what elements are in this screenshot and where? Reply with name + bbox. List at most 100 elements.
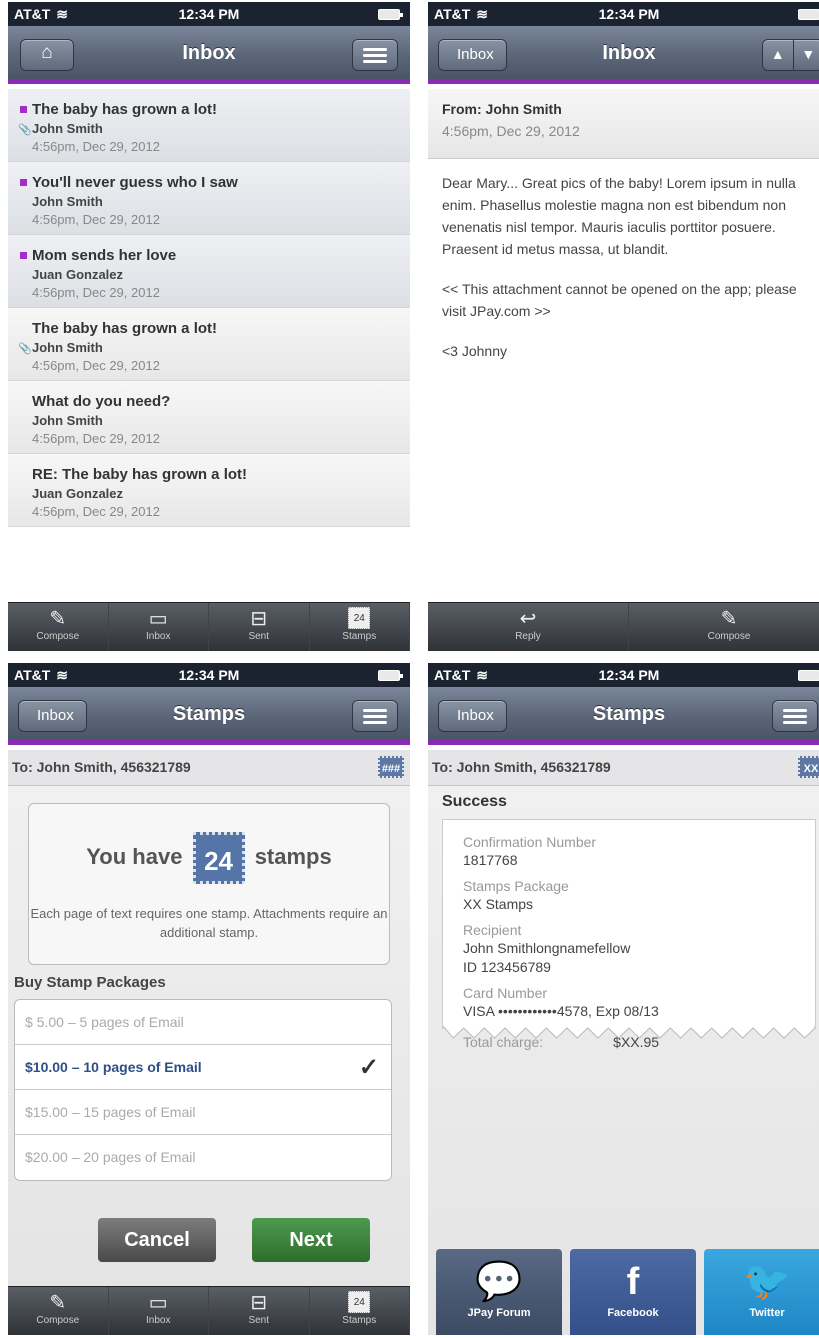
reply-button[interactable]: ↩ Reply <box>428 603 629 651</box>
package-list: $ 5.00 – 5 pages of Email $10.00 – 10 pa… <box>14 999 392 1181</box>
message-subject: What do you need? <box>32 393 171 410</box>
next-message-button[interactable]: ▼ <box>794 40 819 70</box>
list-item[interactable]: 📎 The baby has grown a lot! John Smith 4… <box>8 308 410 381</box>
prev-next-control: ▲ ▼ <box>762 39 819 71</box>
message-date: 4:56pm, Dec 29, 2012 <box>32 212 160 227</box>
stamp-count-icon: 24 <box>348 607 371 629</box>
message-list: 📎 The baby has grown a lot! John Smith 4… <box>8 89 410 527</box>
package-option[interactable]: $15.00 – 15 pages of Email <box>15 1090 391 1135</box>
page-title: Inbox <box>602 42 656 64</box>
battery-icon <box>378 670 403 681</box>
nav-bar: ⌂ Inbox <box>8 26 410 84</box>
message-subject: You'll never guess who I saw <box>32 174 238 191</box>
message-body: Dear Mary... Great pics of the baby! Lor… <box>442 172 819 380</box>
menu-button[interactable] <box>352 700 398 732</box>
stamp-balance-box: You have 24 stamps Each page of text req… <box>28 803 390 965</box>
message-date: 4:56pm, Dec 29, 2012 <box>32 139 160 154</box>
next-button[interactable]: Next <box>252 1218 370 1262</box>
inbox-screen: AT&T ≋ 12:34 PM ⌂ Inbox 📎 The baby has gr… <box>8 2 410 651</box>
signature: <3 Johnny <box>442 343 507 359</box>
tab-stamps[interactable]: 24 Stamps <box>310 1287 410 1335</box>
compose-button[interactable]: ✎ Compose <box>629 603 819 651</box>
tab-stamps[interactable]: 24 Stamps <box>310 603 410 651</box>
tab-bar: ✎ Compose ▭ Inbox ⊟ Sent 24 Stamps <box>8 602 410 651</box>
menu-button[interactable] <box>352 39 398 71</box>
list-item[interactable]: Mom sends her love Juan Gonzalez 4:56pm,… <box>8 235 410 308</box>
nav-bar: Inbox Stamps <box>428 687 819 745</box>
message-sender: Juan Gonzalez <box>32 267 124 282</box>
package-value: XX Stamps <box>463 896 534 912</box>
message-sender: Juan Gonzalez <box>32 486 124 501</box>
recipient-label: Recipient <box>463 922 522 938</box>
page-title: Stamps <box>172 703 246 725</box>
message-date: 4:56pm, Dec 29, 2012 <box>32 285 160 300</box>
list-item[interactable]: What do you need? John Smith 4:56pm, Dec… <box>8 381 410 454</box>
clock: 12:34 PM <box>598 667 660 683</box>
package-option[interactable]: $20.00 – 20 pages of Email <box>15 1135 391 1180</box>
tab-inbox[interactable]: ▭ Inbox <box>109 603 209 651</box>
status-bar: AT&T ≋ 12:34 PM <box>8 663 410 687</box>
tab-sent[interactable]: ⊟ Sent <box>209 1287 310 1335</box>
battery-icon <box>798 9 819 20</box>
recipient-id: ID 123456789 <box>463 959 551 975</box>
message-sender: John Smith <box>32 340 103 355</box>
tab-compose[interactable]: ✎ Compose <box>8 603 109 651</box>
page-title: Stamps <box>592 703 666 725</box>
package-option[interactable]: $ 5.00 – 5 pages of Email <box>15 1000 391 1045</box>
success-screen: AT&T ≋ 12:34 PM Inbox Stamps To: John Smi… <box>428 663 819 1335</box>
status-bar: AT&T ≋ 12:34 PM <box>8 2 410 26</box>
you-have-label: You have <box>86 843 183 869</box>
twitter-bird-icon: 🐦 <box>743 1261 791 1303</box>
jpay-forum-button[interactable]: 💬 JPay Forum <box>436 1249 562 1335</box>
tab-sent[interactable]: ⊟ Sent <box>209 603 310 651</box>
nav-bar: Inbox Stamps <box>8 687 410 745</box>
compose-icon: ✎ <box>49 608 67 630</box>
list-item[interactable]: You'll never guess who I saw John Smith … <box>8 162 410 235</box>
tab-compose[interactable]: ✎ Compose <box>8 1287 109 1335</box>
stamps-content: You have 24 stamps Each page of text req… <box>8 786 410 1286</box>
package-option-selected[interactable]: $10.00 – 10 pages of Email ✓ <box>15 1045 391 1090</box>
section-title: Buy Stamp Packages <box>14 974 166 991</box>
social-links: 💬 JPay Forum f Facebook 🐦 Twitter <box>436 1249 819 1335</box>
stamp-badge: XX <box>798 756 819 778</box>
stamps-screen: AT&T ≋ 12:34 PM Inbox Stamps To: John Smi… <box>8 663 410 1335</box>
clock: 12:34 PM <box>598 6 660 22</box>
menu-button[interactable] <box>772 700 818 732</box>
card-label: Card Number <box>463 985 548 1001</box>
stamp-count: 24 <box>192 832 245 884</box>
message-subject: RE: The baby has grown a lot! <box>32 466 248 483</box>
stamp-count-icon: 24 <box>348 1291 371 1313</box>
recipient-bar: To: John Smith, 456321789 XX <box>428 750 819 786</box>
list-item[interactable]: RE: The baby has grown a lot! Juan Gonza… <box>8 454 410 527</box>
tab-bar: ✎ Compose ▭ Inbox ⊟ Sent 24 Stamps <box>8 1286 410 1335</box>
tab-inbox[interactable]: ▭ Inbox <box>109 1287 209 1335</box>
recipient-label: To: John Smith, 456321789 <box>432 759 611 775</box>
facebook-icon: f <box>626 1261 640 1303</box>
checkmark-icon: ✓ <box>358 1054 379 1081</box>
compose-icon: ✎ <box>720 608 738 630</box>
message-header: From: John Smith 4:56pm, Dec 29, 2012 <box>428 89 819 159</box>
previous-message-button[interactable]: ▲ <box>763 40 794 70</box>
twitter-button[interactable]: 🐦 Twitter <box>704 1249 819 1335</box>
unread-dot-icon <box>20 252 27 259</box>
inbox-icon: ▭ <box>148 1292 168 1314</box>
message-screen: AT&T ≋ 12:34 PM Inbox Inbox ▲ ▼ From: Joh… <box>428 2 819 651</box>
torn-edge <box>443 1026 815 1039</box>
receipt: Confirmation Number 1817768 Stamps Packa… <box>442 819 816 1050</box>
page-title: Inbox <box>182 42 236 64</box>
message-subject: The baby has grown a lot! <box>32 101 218 118</box>
battery-icon <box>798 670 819 681</box>
status-bar: AT&T ≋ 12:34 PM <box>428 663 819 687</box>
message-sender: John Smith <box>32 121 103 136</box>
recipient-bar: To: John Smith, 456321789 ### <box>8 750 410 786</box>
cancel-button[interactable]: Cancel <box>98 1218 216 1262</box>
stamp-badge: ### <box>378 756 404 778</box>
package-label: Stamps Package <box>463 878 569 894</box>
facebook-button[interactable]: f Facebook <box>570 1249 696 1335</box>
nav-bar: Inbox Inbox ▲ ▼ <box>428 26 819 84</box>
message-date: 4:56pm, Dec 29, 2012 <box>442 123 580 139</box>
list-item[interactable]: 📎 The baby has grown a lot! John Smith 4… <box>8 89 410 162</box>
message-sender: From: John Smith <box>442 101 562 117</box>
battery-icon <box>378 9 403 20</box>
attachment-icon: 📎 <box>18 343 32 355</box>
